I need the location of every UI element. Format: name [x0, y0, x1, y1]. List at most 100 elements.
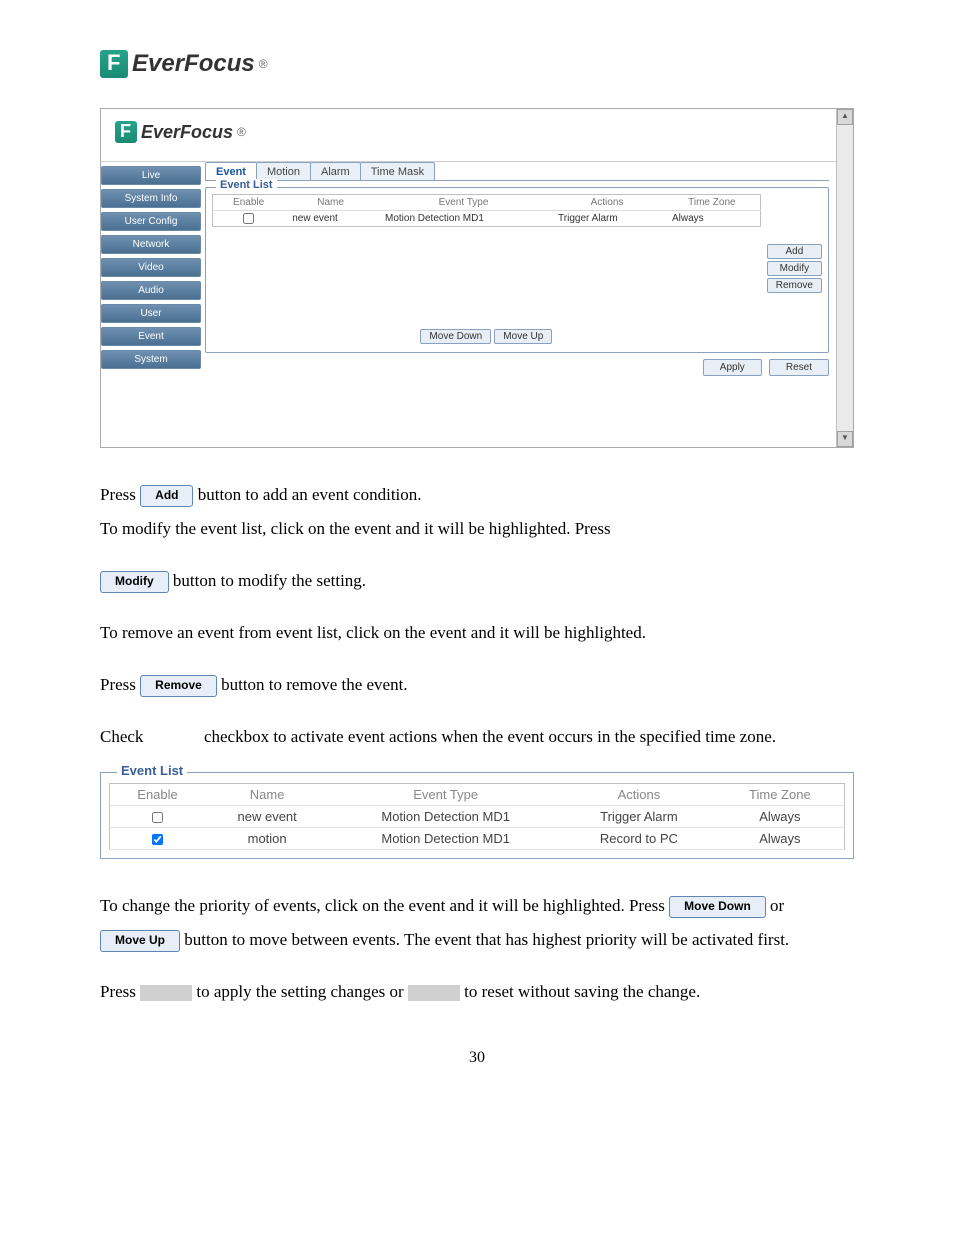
event-table-header: Enable Name Event Type Actions Time Zone	[213, 195, 761, 211]
cell-actions: Trigger Alarm	[562, 806, 716, 828]
cell-actions: Trigger Alarm	[550, 211, 664, 227]
text: to reset without saving the change.	[464, 982, 700, 1001]
enable-checkbox[interactable]	[152, 834, 163, 845]
text: Press	[100, 485, 140, 504]
cell-event-type: Motion Detection MD1	[329, 806, 562, 828]
cell-event-type: Motion Detection MD1	[377, 211, 550, 227]
col-enable: Enable	[110, 784, 206, 806]
app-header: EverFocus ®	[101, 109, 853, 161]
col-time-zone: Time Zone	[716, 784, 845, 806]
cell-name: new event	[284, 211, 377, 227]
event-table: Enable Name Event Type Actions Time Zone…	[212, 194, 761, 227]
modify-button-inline: Modify	[100, 571, 169, 593]
remove-button-inline: Remove	[140, 675, 217, 697]
text: To change the priority of events, click …	[100, 896, 669, 915]
col-event-type: Event Type	[329, 784, 562, 806]
sidebar-item-user-config[interactable]: User Config	[101, 212, 201, 231]
tab-time-mask[interactable]: Time Mask	[360, 162, 435, 180]
sidebar-item-live[interactable]: Live	[101, 166, 201, 185]
sidebar-item-video[interactable]: Video	[101, 258, 201, 277]
text: Press	[100, 982, 140, 1001]
app-brand-name: EverFocus	[141, 122, 233, 143]
move-down-button-inline: Move Down	[669, 896, 766, 918]
enable-checkbox[interactable]	[243, 213, 254, 224]
text: button to add an event condition.	[198, 485, 422, 504]
sidebar-item-audio[interactable]: Audio	[101, 281, 201, 300]
tab-alarm[interactable]: Alarm	[310, 162, 361, 180]
bottom-buttons: Apply Reset	[205, 359, 829, 376]
text: button to modify the setting.	[173, 571, 366, 590]
event-row[interactable]: new event Motion Detection MD1 Trigger A…	[110, 806, 845, 828]
cell-event-type: Motion Detection MD1	[329, 828, 562, 850]
brand-name: EverFocus	[132, 50, 255, 78]
modify-button[interactable]: Modify	[767, 261, 822, 276]
cell-time-zone: Always	[716, 806, 845, 828]
event-table-2-header: Enable Name Event Type Actions Time Zone	[110, 784, 845, 806]
event-list-legend-2: Event List	[117, 763, 187, 778]
body-text: Press Add button to add an event conditi…	[100, 478, 854, 754]
move-button-row: Move Down Move Up	[212, 329, 761, 344]
text: Check	[100, 727, 148, 746]
tab-event[interactable]: Event	[205, 162, 257, 180]
text: checkbox to activate event actions when …	[204, 727, 776, 746]
event-table-2: Enable Name Event Type Actions Time Zone…	[109, 783, 845, 850]
event-list-example: Event List Enable Name Event Type Action…	[100, 772, 854, 859]
col-actions: Actions	[562, 784, 716, 806]
event-row[interactable]: motion Motion Detection MD1 Record to PC…	[110, 828, 845, 850]
app-screenshot: ▲ ▼ EverFocus ® Live System Info User Co…	[100, 108, 854, 448]
col-name: Name	[284, 195, 377, 211]
text: To modify the event list, click on the e…	[100, 519, 611, 538]
scrollbar[interactable]: ▲ ▼	[836, 109, 853, 447]
scroll-up-icon[interactable]: ▲	[837, 109, 853, 125]
main-content: Event Motion Alarm Time Mask Event List …	[201, 162, 833, 382]
checkbox-placeholder	[148, 730, 200, 746]
sidebar-item-user[interactable]: User	[101, 304, 201, 323]
reset-placeholder	[408, 985, 460, 1001]
cell-name: new event	[205, 806, 329, 828]
apply-placeholder	[140, 985, 192, 1001]
add-button-inline: Add	[140, 485, 193, 507]
cell-time-zone: Always	[664, 211, 760, 227]
reset-button[interactable]: Reset	[769, 359, 829, 376]
col-enable: Enable	[213, 195, 285, 211]
text: button to remove the event.	[221, 675, 407, 694]
sidebar-item-event[interactable]: Event	[101, 327, 201, 346]
page-number: 30	[100, 1049, 854, 1067]
text: or	[770, 896, 784, 915]
trademark-symbol: ®	[259, 57, 268, 71]
cell-name: motion	[205, 828, 329, 850]
logo-icon	[100, 50, 128, 78]
body-text-2: To change the priority of events, click …	[100, 889, 854, 1009]
app-trademark-symbol: ®	[237, 125, 246, 139]
tab-row: Event Motion Alarm Time Mask	[205, 162, 829, 181]
enable-checkbox[interactable]	[152, 812, 163, 823]
list-side-buttons: Add Modify Remove	[767, 244, 822, 293]
event-row[interactable]: new event Motion Detection MD1 Trigger A…	[213, 211, 761, 227]
move-down-button[interactable]: Move Down	[420, 329, 491, 344]
text: To remove an event from event list, clic…	[100, 616, 854, 650]
col-time-zone: Time Zone	[664, 195, 760, 211]
page-header-logo: EverFocus ®	[100, 50, 854, 78]
cell-time-zone: Always	[716, 828, 845, 850]
col-actions: Actions	[550, 195, 664, 211]
move-up-button-inline: Move Up	[100, 930, 180, 952]
app-logo-icon	[115, 121, 137, 143]
tab-motion[interactable]: Motion	[256, 162, 311, 180]
sidebar-item-system[interactable]: System	[101, 350, 201, 369]
col-name: Name	[205, 784, 329, 806]
apply-button[interactable]: Apply	[703, 359, 762, 376]
text: Press	[100, 675, 140, 694]
scroll-down-icon[interactable]: ▼	[837, 431, 853, 447]
add-button[interactable]: Add	[767, 244, 822, 259]
sidebar-item-network[interactable]: Network	[101, 235, 201, 254]
text: button to move between events. The event…	[184, 930, 789, 949]
sidebar: Live System Info User Config Network Vid…	[101, 162, 201, 382]
event-list-fieldset: Event List Enable Name Event Type Action…	[205, 187, 829, 353]
text: to apply the setting changes or	[196, 982, 408, 1001]
cell-actions: Record to PC	[562, 828, 716, 850]
col-event-type: Event Type	[377, 195, 550, 211]
sidebar-item-system-info[interactable]: System Info	[101, 189, 201, 208]
move-up-button[interactable]: Move Up	[494, 329, 552, 344]
event-list-legend: Event List	[216, 179, 277, 191]
remove-button[interactable]: Remove	[767, 278, 822, 293]
